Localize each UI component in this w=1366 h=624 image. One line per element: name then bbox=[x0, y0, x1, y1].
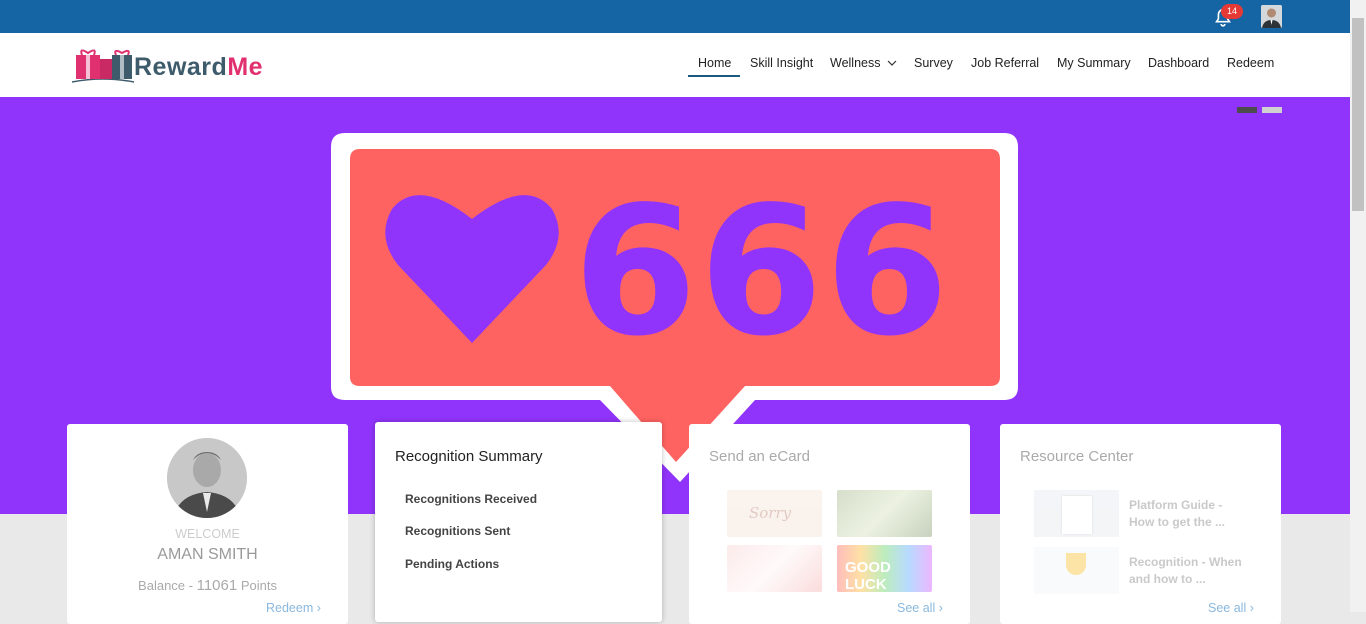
notification-badge: 14 bbox=[1221, 4, 1243, 19]
balance-label: Balance - bbox=[138, 578, 197, 593]
nav-wellness[interactable]: Wellness bbox=[830, 56, 897, 70]
banner-number: 666 bbox=[573, 168, 951, 375]
balance-line: Balance - 11061 Points bbox=[67, 577, 348, 594]
main-navbar: RewardMe Home Skill Insight Wellness Sur… bbox=[0, 33, 1350, 98]
carousel-dot-1[interactable] bbox=[1237, 107, 1257, 113]
user-name: AMAN SMITH bbox=[157, 546, 258, 563]
resource-thumb-2[interactable] bbox=[1034, 547, 1119, 594]
nav-survey[interactable]: Survey bbox=[914, 56, 953, 70]
points-label: Points bbox=[237, 578, 277, 593]
nav-dashboard[interactable]: Dashboard bbox=[1148, 56, 1209, 70]
profile-card: WELCOME AMAN SMITH Balance - 11061 Point… bbox=[67, 424, 348, 624]
resource-item-1[interactable]: Platform Guide - How to get the ... bbox=[1129, 497, 1249, 531]
resource-title: Resource Center bbox=[1020, 448, 1134, 465]
ecard-sorry[interactable]: Sorry bbox=[727, 490, 822, 537]
nav-redeem[interactable]: Redeem bbox=[1227, 56, 1274, 70]
ecard-card: Send an eCard Sorry GOOD LUCK See all › bbox=[689, 424, 970, 624]
resource-item-2[interactable]: Recognition - When and how to ... bbox=[1129, 554, 1249, 588]
recognition-summary-card: Recognition Summary Recognitions Receive… bbox=[375, 422, 662, 622]
chevron-down-icon bbox=[887, 60, 897, 66]
pending-actions-link[interactable]: Pending Actions bbox=[405, 557, 499, 571]
balance-points: 11061 bbox=[196, 577, 238, 594]
user-avatar-icon[interactable] bbox=[1261, 5, 1282, 28]
ecard-title: Send an eCard bbox=[709, 448, 810, 465]
brand-name[interactable]: RewardMe bbox=[134, 53, 263, 82]
brand-name-part1: Reward bbox=[134, 53, 228, 81]
ecard-good-luck-text: GOOD LUCK bbox=[845, 559, 891, 592]
nav-home[interactable]: Home bbox=[698, 56, 731, 70]
nav-active-indicator bbox=[688, 75, 740, 77]
ecard-see-all-link[interactable]: See all › bbox=[897, 601, 943, 615]
resource-see-all-link[interactable]: See all › bbox=[1208, 601, 1254, 615]
nav-skill-insight[interactable]: Skill Insight bbox=[750, 56, 813, 70]
nav-wellness-label: Wellness bbox=[830, 56, 881, 70]
ecard-sorry-text: Sorry bbox=[749, 504, 792, 522]
resource-thumb-1[interactable] bbox=[1034, 490, 1119, 537]
ecard-flowers[interactable] bbox=[727, 545, 822, 592]
scrollbar-thumb[interactable] bbox=[1352, 18, 1364, 211]
avatar[interactable] bbox=[167, 438, 247, 518]
brand-name-part2: Me bbox=[227, 53, 264, 81]
nav-job-referral[interactable]: Job Referral bbox=[971, 56, 1039, 70]
gift-boxes-icon bbox=[71, 49, 135, 83]
welcome-label: WELCOME bbox=[175, 527, 240, 541]
carousel-dot-2[interactable] bbox=[1262, 107, 1282, 113]
ecard-good-luck[interactable]: GOOD LUCK bbox=[837, 545, 932, 592]
resource-center-card: Resource Center Platform Guide - How to … bbox=[1000, 424, 1281, 624]
redeem-link[interactable]: Redeem › bbox=[266, 601, 321, 615]
recognitions-received-link[interactable]: Recognitions Received bbox=[405, 492, 537, 506]
ecard-nature[interactable] bbox=[837, 490, 932, 537]
top-bar bbox=[0, 0, 1350, 33]
nav-my-summary[interactable]: My Summary bbox=[1057, 56, 1131, 70]
recognitions-sent-link[interactable]: Recognitions Sent bbox=[405, 524, 510, 538]
recognition-title: Recognition Summary bbox=[395, 448, 543, 465]
